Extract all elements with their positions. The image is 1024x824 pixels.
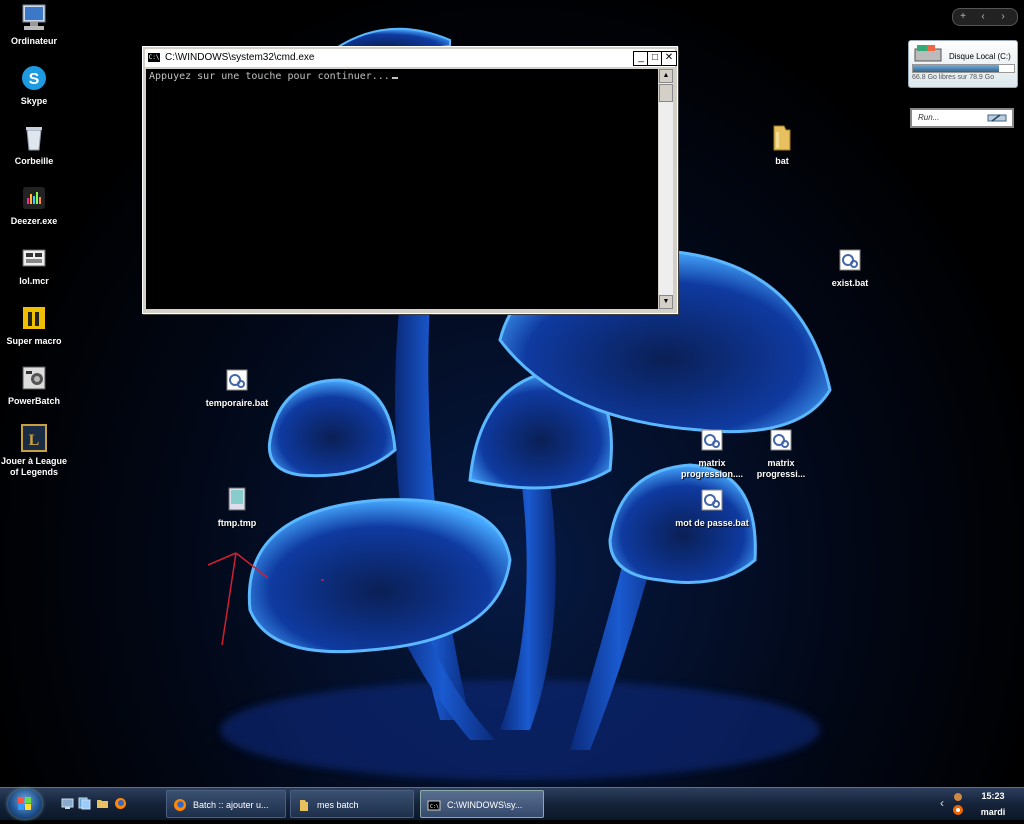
recycle-bin-icon [26,127,42,151]
deezer-icon [23,187,45,209]
desktop-file-label: mot de passe.bat [675,518,749,528]
batch-file-icon [701,429,723,451]
taskbar-item-cmd[interactable]: C:\ C:\WINDOWS\sy... [420,790,544,818]
gadget-next-button[interactable]: › [993,9,1013,25]
desktop-icon-label: Jouer à League of Legends [0,456,68,477]
league-of-legends-icon: L [21,424,47,452]
desktop-file-temporaire-bat[interactable]: temporaire.bat [199,364,275,409]
cmd-window[interactable]: C:\ C:\WINDOWS\system32\cmd.exe _ □ ✕ Ap… [142,46,678,314]
desktop-icon-league-of-legends[interactable]: L Jouer à League of Legends [0,422,72,478]
desktop-icon-super-macro[interactable]: Super macro [0,302,72,347]
desktop-file-ftmp-tmp[interactable]: ftmp.tmp [199,484,275,529]
disk-usage-fill [913,65,999,72]
taskbar-clock[interactable]: 15:23 mardi [966,790,1020,819]
cmd-scrollbar[interactable]: ▲ ▼ [659,69,673,309]
desktop-file-label: temporaire.bat [205,398,269,408]
taskbar-item-mes-batch[interactable]: mes batch [290,790,414,818]
run-input[interactable]: Run... [918,113,939,122]
firefox-icon[interactable] [114,797,127,810]
desktop-icon-deezer[interactable]: Deezer.exe [0,182,72,227]
desktop-icon-label: Deezer.exe [10,216,58,226]
macro-file-icon [22,249,46,267]
batch-file-icon [770,429,792,451]
cmd-console-output[interactable]: Appuyez sur une touche pour continuer... [146,69,658,309]
desktop-file-matrix-progression-1[interactable]: matrix progression.... [674,424,750,480]
desktop-file-label: ftmp.tmp [217,518,257,528]
console-text: Appuyez sur une touche pour continuer... [149,71,390,82]
desktop-icon-label: Super macro [6,336,62,346]
cmd-title-bar[interactable]: C:\ C:\WINDOWS\system32\cmd.exe _ □ ✕ [145,49,677,67]
desktop-file-mot-de-passe-bat[interactable]: mot de passe.bat [674,484,750,529]
windows-logo-icon [18,797,31,810]
desktop-icon-powerbatch[interactable]: PowerBatch [0,362,72,407]
taskbar-item-label: C:\WINDOWS\sy... [447,800,523,810]
add-gadget-button[interactable]: + [953,9,973,25]
gadget-prev-button[interactable]: ‹ [973,9,993,25]
desktop-icon-computer[interactable]: Ordinateur [0,2,72,47]
batch-file-icon [226,369,248,391]
tray-expand-button[interactable]: ‹ [940,796,944,810]
gadget-controls: + ‹ › [952,8,1018,26]
desktop-file-label: exist.bat [831,278,869,288]
disk-name: Disque Local (C:) [949,52,1011,61]
desktop-icon-label: Corbeille [14,156,54,166]
run-go-icon[interactable] [986,113,1008,123]
batch-file-icon [701,489,723,511]
desktop-icon-skype[interactable]: S Skype [0,62,72,107]
desktop-file-exist-bat[interactable]: exist.bat [812,244,888,289]
desktop-file-matrix-progression-2[interactable]: matrix progressi... [743,424,819,480]
disk-free-info: 66.8 Go libres sur 78.9 Go [912,74,995,81]
svg-text:L: L [29,432,40,449]
folder-icon [773,125,791,151]
scroll-thumb[interactable] [659,84,673,102]
cmd-icon: C:\ [427,800,441,811]
scroll-down-button[interactable]: ▼ [659,295,673,309]
scroll-up-button[interactable]: ▲ [659,69,673,83]
desktop-file-label: bat [775,156,789,166]
firefox-icon [174,799,186,811]
explorer-icon[interactable] [96,797,109,810]
batch-file-icon [839,249,861,271]
taskbar-item-firefox[interactable]: Batch :: ajouter u... [166,790,286,818]
switch-windows-icon[interactable] [78,797,91,810]
super-macro-icon [23,307,45,329]
desktop-icon-label: lol.mcr [19,276,49,286]
cmd-app-icon: C:\ [148,53,160,62]
svg-text:S: S [29,71,40,88]
taskbar-item-label: Batch :: ajouter u... [193,800,269,810]
powerbatch-icon [22,366,46,390]
disk-usage-bar [912,64,1015,73]
start-button[interactable] [8,789,42,819]
taskbar: Batch :: ajouter u... mes batch C:\ C:\W… [0,787,1024,820]
desktop-icon-label: Skype [20,96,48,106]
svg-text:C:\: C:\ [430,804,439,810]
desktop-icon-lol-mcr[interactable]: lol.mcr [0,242,72,287]
cmd-window-title: C:\WINDOWS\system32\cmd.exe [165,52,315,63]
close-button[interactable]: ✕ [661,51,677,66]
disk-space-gadget[interactable]: Disque Local (C:) 66.8 Go libres sur 78.… [908,40,1018,88]
computer-icon [22,4,46,30]
run-gadget[interactable]: Run... [910,108,1014,128]
text-cursor [391,77,398,79]
desktop-icon-label: PowerBatch [7,396,60,406]
hard-drive-icon [914,45,942,62]
desktop-file-label: matrix progression.... [680,458,743,479]
clock-time: 15:23 [981,791,1005,801]
show-desktop-icon[interactable] [61,797,74,810]
desktop-icon-recycle-bin[interactable]: Corbeille [0,122,72,167]
folder-icon [300,800,308,811]
temp-file-icon [228,487,246,511]
desktop-folder-bat[interactable]: bat [744,122,820,167]
skype-icon: S [22,66,46,90]
clock-day: mardi [980,807,1006,817]
desktop-file-label: matrix progressi... [756,458,806,479]
tray-icons[interactable] [952,791,964,817]
taskbar-item-label: mes batch [317,800,359,810]
desktop-icon-label: Ordinateur [10,36,57,46]
